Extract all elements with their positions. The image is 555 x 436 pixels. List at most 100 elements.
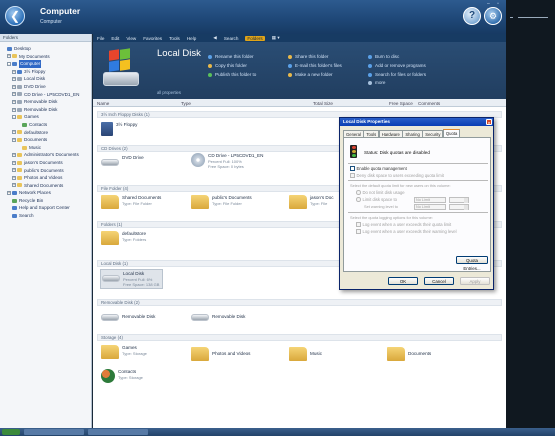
expand-icon[interactable]: + <box>7 191 11 196</box>
tree-node[interactable]: + My Documents <box>2 53 89 61</box>
warning-unit-select[interactable] <box>449 204 469 210</box>
task-link[interactable]: Search for files or folders <box>368 72 426 77</box>
tree-node[interactable]: + Network Places <box>2 189 89 197</box>
tree-node[interactable]: + Documents <box>2 136 89 144</box>
task-link[interactable]: Copy this folder <box>208 63 247 68</box>
task-link[interactable]: more <box>368 80 385 85</box>
expand-icon[interactable]: + <box>12 77 16 82</box>
menu-edit[interactable]: Edit <box>111 36 119 41</box>
col-total-size[interactable]: Total Size <box>313 101 333 106</box>
no-limit-radio[interactable]: Do not limit disk usage <box>356 190 405 195</box>
checkbox-box[interactable] <box>356 222 361 227</box>
tree-node[interactable]: Help and Support Center <box>2 204 89 212</box>
expand-icon[interactable]: + <box>12 92 16 97</box>
expand-icon[interactable]: + <box>12 107 16 112</box>
tree-node[interactable]: + Administrator's Documents <box>2 151 89 159</box>
warning-value-input[interactable]: No Limit <box>414 204 446 210</box>
tree-node[interactable]: - Games <box>2 113 89 121</box>
log-exceed-limit-checkbox[interactable]: Log event when a user exceeds their quot… <box>356 222 451 227</box>
item-cd-drive[interactable]: CD Drive - LP5CDVD1_EN Percent Full: 100… <box>191 153 263 169</box>
start-button[interactable] <box>2 429 20 435</box>
expand-icon[interactable]: + <box>12 137 16 142</box>
item-removable-disk-2[interactable]: Removable Disk <box>191 310 245 321</box>
menu-help[interactable]: Help <box>187 36 196 41</box>
collapse-icon[interactable]: - <box>12 115 16 120</box>
dialog-title-bar[interactable]: Local Disk Properties × <box>340 118 493 126</box>
tree-node[interactable]: + jason's Documents <box>2 159 89 167</box>
options-button[interactable]: ⚙ <box>484 7 502 25</box>
ok-button[interactable]: OK <box>388 277 418 285</box>
expand-icon[interactable]: + <box>12 175 16 180</box>
expand-icon[interactable]: + <box>12 130 16 135</box>
collapse-icon[interactable]: - <box>7 61 11 66</box>
menu-file[interactable]: File <box>97 36 104 41</box>
task-link[interactable]: Rename this folder <box>208 54 254 59</box>
expand-icon[interactable]: + <box>12 84 16 89</box>
tree-node[interactable]: + Removable Disk <box>2 98 89 106</box>
checkbox-box[interactable] <box>350 173 355 178</box>
task-link[interactable]: Make a new folder <box>288 72 333 77</box>
tree-node[interactable]: Desktop <box>2 45 89 53</box>
apply-button[interactable]: Apply <box>460 277 490 285</box>
tree-node[interactable]: +3½ Floppy <box>2 68 89 76</box>
item-publics-documents[interactable]: public's Documents Type: File Folder <box>191 195 252 209</box>
tree-node[interactable]: Contacts <box>2 121 89 129</box>
item-local-disk[interactable]: Local Disk Percent Full: 6% Free Space: … <box>100 269 164 289</box>
col-free-space[interactable]: Free Space <box>389 101 413 106</box>
col-name[interactable]: Name <box>97 101 109 106</box>
tree-node[interactable]: + public's Documents <box>2 167 89 175</box>
tree-node[interactable]: + CD Drive - LP5CDVD1_EN <box>2 91 89 99</box>
expand-icon[interactable]: + <box>12 168 16 173</box>
tree-node[interactable]: Music <box>2 144 89 152</box>
tree-node[interactable]: + Shared Documents <box>2 182 89 190</box>
task-link[interactable]: Burn to disc <box>368 54 399 59</box>
deny-space-checkbox[interactable]: Deny disk space to users exceeding quota… <box>350 173 444 178</box>
item-photos-videos[interactable]: Photos and Videos <box>191 347 250 361</box>
back-button[interactable]: ❮ <box>5 6 25 26</box>
help-button[interactable]: ? <box>463 7 481 25</box>
expand-icon[interactable]: + <box>12 99 16 104</box>
expand-icon[interactable]: + <box>12 160 16 165</box>
back-arrow-icon[interactable]: ◀ <box>213 35 217 41</box>
item-documents[interactable]: Documents <box>387 347 431 361</box>
cancel-button[interactable]: Cancel <box>424 277 454 285</box>
tree-node[interactable]: + Removable Disk <box>2 106 89 114</box>
taskbar-button[interactable] <box>24 429 84 435</box>
menu-favorites[interactable]: Favorites <box>143 36 162 41</box>
enable-quota-checkbox[interactable]: Enable quota management <box>350 166 407 171</box>
item-music[interactable]: Music <box>289 347 322 361</box>
task-link[interactable]: Publish this folder to <box>208 72 256 77</box>
radio-dot[interactable] <box>356 190 361 195</box>
limit-value-input[interactable]: No Limit <box>414 197 446 203</box>
tree-node[interactable]: Recycle Bin <box>2 197 89 205</box>
expand-icon[interactable]: + <box>12 69 16 74</box>
tree-node[interactable]: + DVD Drive <box>2 83 89 91</box>
task-link[interactable]: E-mail this folder's files <box>288 63 342 68</box>
expand-icon[interactable]: + <box>12 183 16 188</box>
checkbox-box[interactable] <box>350 166 355 171</box>
item-contacts[interactable]: Contacts Type: Storage <box>101 369 143 383</box>
item-games[interactable]: Games Type: Storage <box>101 345 147 359</box>
item-dvd-drive[interactable]: DVD Drive <box>101 155 144 166</box>
log-exceed-warning-checkbox[interactable]: Log event when a user exceeds their warn… <box>356 229 457 234</box>
quota-entries-button[interactable]: Quota Entries... <box>456 256 488 271</box>
taskbar-button[interactable] <box>88 429 148 435</box>
item-jasons-documents[interactable]: jason's Doc Type: File <box>289 195 334 209</box>
expand-icon[interactable]: + <box>7 54 11 59</box>
item-removable-disk-1[interactable]: Removable Disk <box>101 310 155 321</box>
tree-node[interactable]: - Computer <box>2 60 89 68</box>
menu-tools[interactable]: Tools <box>169 36 180 41</box>
folders-button[interactable]: Folders <box>245 35 265 41</box>
col-type[interactable]: Type <box>181 101 191 106</box>
tree-node[interactable]: + Photos and Videos <box>2 174 89 182</box>
task-link[interactable]: Share this folder <box>288 54 328 59</box>
search-button[interactable]: Search <box>224 36 239 41</box>
limit-space-radio[interactable]: Limit disk space to <box>356 197 397 202</box>
all-properties-link[interactable]: all properties <box>157 90 181 95</box>
tree-node[interactable]: + Local Disk <box>2 75 89 83</box>
item-floppy[interactable]: 3½ Floppy <box>101 122 137 136</box>
item-defaultstore[interactable]: defaultstore Type: Folders <box>101 231 146 245</box>
task-link[interactable]: Add or remove programs <box>368 63 426 68</box>
limit-unit-select[interactable] <box>449 197 469 203</box>
menu-view[interactable]: View <box>126 36 136 41</box>
